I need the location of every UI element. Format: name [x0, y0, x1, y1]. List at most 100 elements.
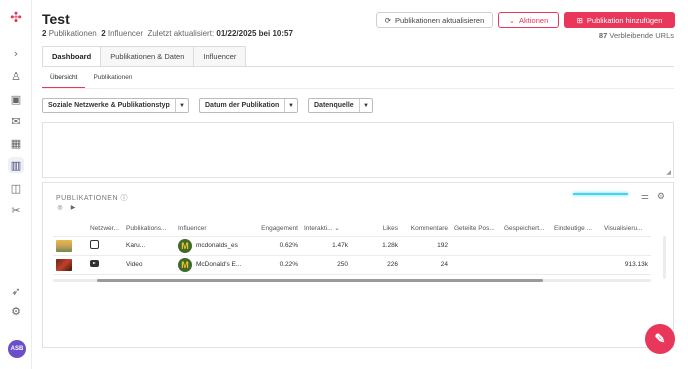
cell-saved — [501, 255, 551, 275]
tab-publications-data[interactable]: Publikationen & Daten — [100, 46, 195, 66]
chevron-right-icon[interactable]: › — [8, 45, 24, 61]
col-type[interactable]: Publikations... — [123, 221, 175, 237]
caret-down-icon: ▼ — [359, 99, 372, 112]
updated-value: 01/22/2025 bei 10:57 — [216, 29, 293, 38]
report-icon[interactable]: ▣ — [8, 91, 24, 107]
mail-icon[interactable]: ✉ — [8, 113, 24, 129]
rocket-icon[interactable]: ➶ — [8, 283, 24, 299]
col-views[interactable]: Visualisieru... — [601, 221, 651, 237]
sub-tabs: Übersicht Publikationen — [42, 72, 141, 89]
page-title: Test — [42, 11, 70, 27]
cell-thumb — [53, 236, 87, 256]
avatar[interactable]: ASB — [8, 340, 26, 358]
cell-type: Karu... — [123, 236, 175, 256]
youtube-icon[interactable]: ▶ — [69, 203, 77, 211]
add-publication-button[interactable]: ⊞ Publikation hinzufügen — [564, 12, 675, 28]
gear-icon[interactable]: ⚙ — [8, 303, 24, 319]
refresh-publications-button[interactable]: ⟳ Publikationen aktualisieren — [376, 12, 493, 28]
date-filter-select[interactable]: Datum der Publikation ▼ — [199, 98, 298, 113]
cell-unique — [551, 255, 601, 275]
chart-icon[interactable]: ▥ — [8, 157, 24, 173]
users-icon[interactable]: ♙ — [8, 68, 24, 84]
col-interactions-label: Interakti... — [304, 225, 333, 233]
logo-icon[interactable]: ✣ — [8, 10, 24, 26]
col-comments[interactable]: Kommentare — [401, 221, 451, 237]
influencer-name[interactable]: mcdonalds_es — [196, 242, 238, 249]
instagram-icon[interactable]: ◎ — [56, 203, 64, 211]
col-interactions[interactable]: Interakti... ⌄ — [301, 221, 351, 237]
col-saved[interactable]: Gespeichert... — [501, 221, 551, 237]
cell-unique — [551, 236, 601, 256]
annotation-arrow — [573, 193, 628, 195]
refresh-icon: ⟳ — [384, 15, 392, 25]
publications-table: Netzwer... Publikations... Influencer En… — [53, 221, 651, 275]
vertical-scrollbar[interactable] — [663, 236, 666, 279]
remaining-count: 87 — [598, 31, 608, 40]
col-influencer[interactable]: Influencer — [175, 221, 251, 237]
table-row[interactable]: Karu... Mmcdonalds_es 0.62% 1.47k 1.28k … — [53, 236, 651, 256]
influencer-name[interactable]: McDonald's E... — [196, 261, 241, 268]
source-filter-value: Datenquelle — [314, 102, 354, 109]
col-unique[interactable]: Eindeutige ... — [551, 221, 601, 237]
subtabs-divider — [42, 88, 674, 89]
cell-likes: 226 — [351, 255, 401, 275]
publication-thumbnail[interactable] — [56, 258, 72, 271]
settings-icon[interactable]: ⚙ — [657, 191, 665, 202]
col-likes[interactable]: Likes — [351, 221, 401, 237]
cell-saved — [501, 236, 551, 256]
subtab-overview[interactable]: Übersicht — [42, 72, 86, 89]
sort-down-icon[interactable]: ⌄ — [334, 225, 339, 232]
influencer-avatar[interactable]: M — [178, 257, 192, 272]
influencer-avatar[interactable]: M — [178, 238, 192, 253]
refresh-label: Publikationen aktualisieren — [395, 15, 485, 25]
col-network[interactable]: Netzwer... — [87, 221, 123, 237]
tabs-divider — [42, 66, 674, 67]
col-engagement[interactable]: Engagement — [251, 221, 301, 237]
main-tabs: Dashboard Publikationen & Daten Influenc… — [42, 46, 247, 66]
actions-label: Aktionen — [519, 15, 549, 25]
table-header: Netzwer... Publikations... Influencer En… — [53, 221, 651, 237]
caret-down-icon: ▼ — [175, 99, 188, 112]
calendar-icon[interactable]: ▦ — [8, 135, 24, 151]
caret-down-icon: ▼ — [284, 99, 297, 112]
cell-shares — [451, 255, 501, 275]
network-filter-value: Soziale Netzwerke & Publikationstyp — [48, 102, 170, 109]
subtab-publications[interactable]: Publikationen — [85, 72, 140, 89]
network-filter-select[interactable]: Soziale Netzwerke & Publikationstyp ▼ — [42, 98, 189, 113]
remaining-label: Verbleibende URLs — [609, 31, 674, 40]
add-label: Publikation hinzufügen — [586, 15, 663, 25]
cell-views: 913.13k — [601, 255, 651, 275]
cell-shares — [451, 236, 501, 256]
resize-handle-icon[interactable]: ◢ — [666, 169, 671, 176]
table-row[interactable]: Video M McDonald's E... 0.22% 250 226 24 … — [53, 255, 651, 275]
cell-thumb — [53, 255, 87, 275]
cell-interactions: 1.47k — [301, 236, 351, 256]
tab-influencer[interactable]: Influencer — [193, 46, 247, 66]
publications-tools: ⚌ ⚙ — [641, 191, 665, 202]
sidebar: ✣ › ♙ ▣ ✉ ▦ ▥ ◫ ✂ ➶ ⚙ ASB — [0, 0, 32, 369]
col-shares[interactable]: Geteilte Pos... — [451, 221, 501, 237]
publications-count: 2 — [42, 29, 47, 38]
source-filter-select[interactable]: Datenquelle ▼ — [308, 98, 373, 113]
actions-button[interactable]: ⌄ Aktionen — [498, 12, 559, 28]
publications-panel: PUBLIKATIONEN ⓘ ◎ ▶ ⚌ ⚙ Netzwer... Publi… — [42, 182, 674, 348]
tab-dashboard[interactable]: Dashboard — [42, 46, 102, 66]
network-icons: ◎ ▶ — [56, 203, 77, 211]
page-meta: 2 Publikationen 2 Influencer Zuletzt akt… — [42, 29, 293, 38]
chat-icon: ✎ — [654, 331, 666, 346]
cell-network — [87, 236, 123, 256]
cell-type: Video — [123, 255, 175, 275]
updated-label: Zuletzt aktualisiert: — [147, 29, 215, 38]
horizontal-scrollbar-thumb[interactable] — [97, 279, 543, 282]
chat-support-button[interactable]: ✎ — [645, 324, 675, 354]
plus-square-icon: ⊞ — [576, 15, 583, 25]
remaining-urls: 87 Verbleibende URLs — [599, 31, 674, 40]
cell-engagement: 0.62% — [251, 236, 301, 256]
cell-influencer: Mmcdonalds_es — [175, 236, 251, 256]
info-icon[interactable]: ⓘ — [120, 195, 128, 202]
wallet-icon[interactable]: ◫ — [8, 180, 24, 196]
filter-sliders-icon[interactable]: ⚌ — [641, 191, 649, 202]
cell-influencer: M McDonald's E... — [175, 255, 251, 275]
publication-thumbnail[interactable] — [56, 239, 72, 252]
scissors-icon[interactable]: ✂ — [8, 202, 24, 218]
